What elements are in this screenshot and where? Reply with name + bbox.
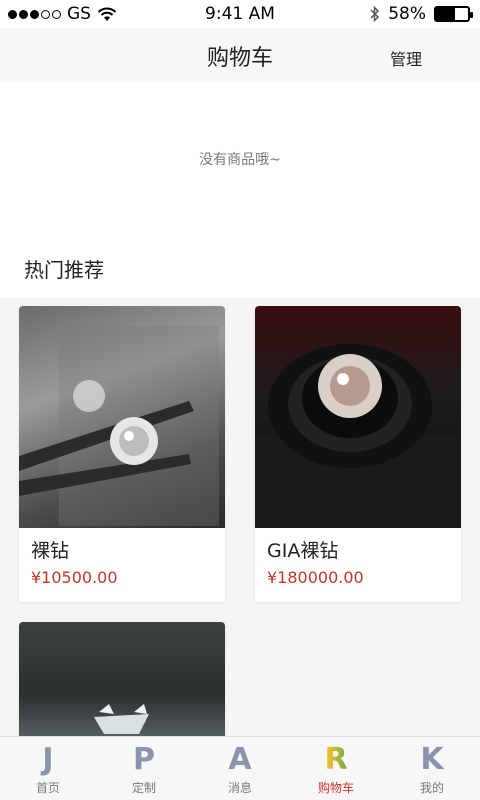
tab-label: 我的 xyxy=(419,781,444,795)
manage-button[interactable]: 管理 xyxy=(390,46,422,70)
messages-icon: A xyxy=(228,742,252,777)
product-card[interactable]: GIA裸钻 ¥180000.00 xyxy=(255,306,461,602)
diamond-ring-image xyxy=(94,704,149,734)
cart-empty-state: 没有商品哦~ xyxy=(0,82,480,242)
custom-icon: P xyxy=(133,742,155,777)
tab-bar: J 首页 P 定制 A 消息 R 购物车 K 我的 xyxy=(0,736,480,800)
battery-level xyxy=(436,8,455,20)
tab-messages[interactable]: A 消息 xyxy=(192,737,288,800)
status-right: 58% xyxy=(370,4,473,24)
product-image xyxy=(19,622,225,742)
tab-label: 购物车 xyxy=(317,781,354,795)
tab-custom[interactable]: P 定制 xyxy=(96,737,192,800)
product-price: ¥180000.00 xyxy=(267,568,364,587)
recommend-title: 热门推荐 xyxy=(24,258,104,282)
battery-icon xyxy=(434,6,473,22)
empty-cart-text: 没有商品哦~ xyxy=(199,152,281,168)
diamond-holder-image xyxy=(255,344,461,528)
product-image xyxy=(19,306,225,528)
product-price: ¥10500.00 xyxy=(31,568,118,587)
tab-home[interactable]: J 首页 xyxy=(0,737,96,800)
nav-bar: 购物车 管理 xyxy=(0,28,480,82)
battery-percent: 58% xyxy=(388,4,426,24)
tab-cart[interactable]: R 购物车 xyxy=(288,737,384,800)
home-icon: J xyxy=(42,742,54,777)
bluetooth-icon xyxy=(370,6,380,22)
product-name: GIA裸钻 xyxy=(267,540,339,562)
profile-icon: K xyxy=(420,742,444,777)
product-image xyxy=(255,306,461,528)
tab-profile[interactable]: K 我的 xyxy=(384,737,480,800)
product-card[interactable]: 裸钻 ¥10500.00 xyxy=(19,306,225,602)
tab-label: 消息 xyxy=(227,781,252,795)
cart-icon: R xyxy=(288,743,384,777)
product-card[interactable] xyxy=(19,622,225,742)
tab-label: 首页 xyxy=(35,781,60,795)
recommend-section-header: 热门推荐 xyxy=(0,242,480,298)
tab-label: 定制 xyxy=(131,781,156,795)
status-bar: GS 9:41 AM 58% xyxy=(0,0,480,28)
product-name: 裸钻 xyxy=(31,540,70,562)
diamond-tweezers-image xyxy=(19,326,219,526)
